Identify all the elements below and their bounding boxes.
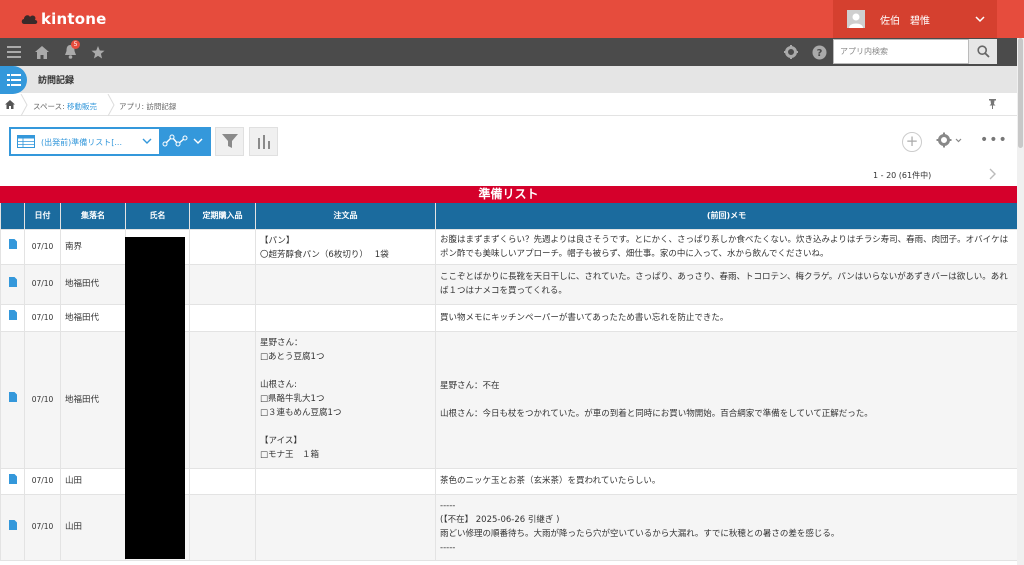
cell-subscription xyxy=(189,330,256,469)
column-header-order[interactable]: 注文品 xyxy=(255,203,436,229)
breadcrumb-space: スペース: 移動販売 xyxy=(33,102,98,111)
avatar xyxy=(847,10,865,28)
record-detail-icon[interactable] xyxy=(8,310,17,320)
cell-memo: 茶色のニッケ玉とお茶（玄米茶）を買われていたらしい。 xyxy=(435,467,1018,495)
column-header-icon xyxy=(0,203,25,229)
cell-subscription xyxy=(189,467,256,495)
selected-view-name: (出発前)準備リスト[... xyxy=(41,138,122,147)
redacted-names-block xyxy=(125,237,185,559)
pin-icon[interactable] xyxy=(989,99,996,109)
search-button[interactable] xyxy=(969,39,997,64)
cell-order xyxy=(255,467,436,495)
record-detail-icon[interactable] xyxy=(8,473,17,484)
graph-line-icon xyxy=(162,134,203,147)
user-icon xyxy=(849,13,863,28)
column-header-date[interactable]: 日付 xyxy=(24,203,61,229)
cell-village: 山田 xyxy=(60,467,126,495)
cell-village: 南界 xyxy=(60,228,126,265)
record-detail-icon[interactable] xyxy=(8,392,17,402)
cell-village: 地福田代 xyxy=(60,303,126,332)
cell-village: 地福田代 xyxy=(60,263,126,305)
cell-date: 07/10 xyxy=(24,330,61,469)
more-options-icon[interactable]: ••• xyxy=(980,132,1008,148)
cell-village: 地福田代 xyxy=(60,330,126,469)
cell-order xyxy=(255,493,436,561)
pagination-info: 1 - 20 (61件中) xyxy=(873,171,932,180)
chevron-down-icon xyxy=(975,16,985,23)
cell-date: 07/10 xyxy=(24,228,61,265)
breadcrumb-space-link[interactable]: 移動販売 xyxy=(67,102,97,111)
kintone-logo[interactable]: kintone xyxy=(21,10,107,28)
breadcrumb-app: アプリ: 訪問記録 xyxy=(119,102,177,111)
gear-icon xyxy=(936,132,962,148)
graph-button[interactable] xyxy=(249,127,278,156)
cell-order: 星野さん： □あとう豆腐1つ 山根さん: □県酪牛乳大1つ □３連もめん豆腐1つ… xyxy=(255,330,436,469)
user-menu[interactable]: 佐伯 碧惟 xyxy=(833,0,997,38)
logo-text: kintone xyxy=(41,10,107,28)
user-name: 佐伯 碧惟 xyxy=(880,15,930,27)
cell-order xyxy=(255,303,436,332)
column-header-memo[interactable]: (前回)メモ xyxy=(435,203,1018,229)
cell-subscription xyxy=(189,228,256,265)
cell-subscription xyxy=(189,493,256,561)
cell-date: 07/10 xyxy=(24,493,61,561)
cell-order xyxy=(255,263,436,305)
notification-badge: 5 xyxy=(71,40,80,49)
app-list-icon[interactable] xyxy=(0,66,27,94)
cell-memo: 買い物メモにキッチンペーパーが書いてあったため書い忘れを防止できた。 xyxy=(435,303,1018,332)
cell-memo: 星野さん：不在 山根さん：今日も杖をつかれていた。が車の到着と同時にお買い物開始… xyxy=(435,330,1018,469)
help-icon[interactable]: ? xyxy=(810,43,828,61)
column-header-name[interactable]: 氏名 xyxy=(125,203,190,229)
cell-date: 07/10 xyxy=(24,303,61,332)
cell-date: 07/10 xyxy=(24,263,61,305)
breadcrumb: スペース: 移動販売 アプリ: 訪問記録 xyxy=(0,94,1017,116)
add-record-button[interactable]: + xyxy=(902,132,922,152)
list-title-banner: 準備リスト xyxy=(0,186,1017,203)
cell-village: 山田 xyxy=(60,493,126,561)
cell-memo: ----- (【不在】 2025-06-26 引継ぎ ) 雨どい修理の順番待ち。… xyxy=(435,493,1018,561)
app-settings-button[interactable] xyxy=(936,132,962,151)
settings-gear-icon[interactable] xyxy=(782,43,800,61)
scrollbar-thumb[interactable] xyxy=(1018,38,1023,148)
cell-subscription xyxy=(189,303,256,332)
breadcrumb-home-icon[interactable] xyxy=(5,100,15,109)
cell-subscription xyxy=(189,263,256,305)
breadcrumb-separator-icon xyxy=(20,94,28,116)
menu-icon[interactable] xyxy=(5,43,23,61)
bar-chart-icon xyxy=(257,134,270,149)
graph-selector[interactable] xyxy=(159,127,211,156)
table-view-icon xyxy=(17,135,35,148)
app-header xyxy=(0,66,1017,93)
column-header-subscription[interactable]: 定期購入品 xyxy=(189,203,256,229)
record-detail-icon[interactable] xyxy=(8,239,17,249)
cell-date: 07/10 xyxy=(24,467,61,495)
view-selector[interactable]: (出発前)準備リスト[... xyxy=(9,127,211,156)
record-detail-icon[interactable] xyxy=(8,519,17,530)
app-search-input[interactable]: アプリ内検索 xyxy=(833,39,969,64)
home-icon[interactable] xyxy=(33,43,51,61)
column-header-village[interactable]: 集落名 xyxy=(60,203,126,229)
app-title: 訪問記録 xyxy=(38,76,75,86)
header-edge xyxy=(997,0,1024,38)
cell-memo: お腹はまずまずくらい？先週よりは良さそうです。とにかく、さっぱり系しか食べたくな… xyxy=(435,228,1018,265)
cell-memo: ここぞとばかりに長靴を天日干しに、されていた。さっぱり、あっさり、春雨、トコロテ… xyxy=(435,263,1018,305)
plus-icon: + xyxy=(905,132,919,150)
table-header-row: 日付 集落名 氏名 定期購入品 注文品 (前回)メモ xyxy=(0,203,1018,229)
record-detail-icon[interactable] xyxy=(8,276,17,287)
filter-button[interactable] xyxy=(215,127,244,156)
svg-text:?: ? xyxy=(816,48,822,59)
page-scrollbar[interactable] xyxy=(1017,38,1024,565)
next-page-icon[interactable] xyxy=(988,168,996,180)
filter-funnel-icon xyxy=(221,134,238,148)
search-icon xyxy=(976,45,990,58)
cell-order: 【パン】 〇超芳醇食パン（6枚切り） 1袋 xyxy=(255,228,436,265)
breadcrumb-separator-icon xyxy=(107,94,115,116)
favorite-star-icon[interactable] xyxy=(89,43,107,61)
chevron-down-icon xyxy=(142,138,152,144)
kintone-cloud-icon xyxy=(21,15,38,24)
